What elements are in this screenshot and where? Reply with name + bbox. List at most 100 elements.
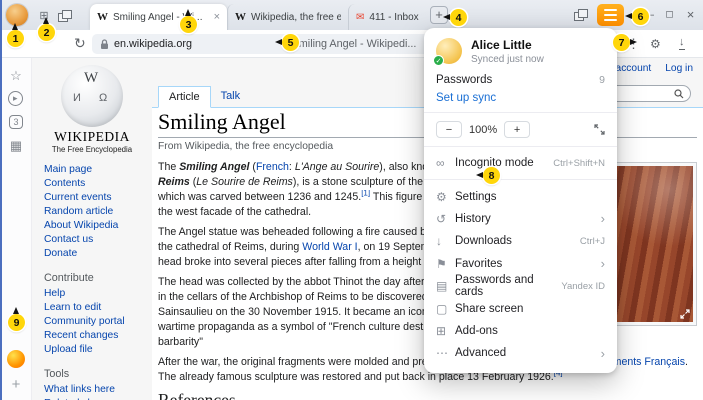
tab-close-icon[interactable]: × bbox=[214, 11, 220, 23]
contribute-heading: Contribute bbox=[44, 272, 152, 284]
wiki-sidebar-link[interactable]: Random article bbox=[44, 205, 152, 219]
wiki-sidebar-link[interactable]: Contact us bbox=[44, 233, 152, 247]
log-in-link[interactable]: Log in bbox=[665, 63, 693, 74]
wiki-sidebar-link[interactable]: About Wikipedia bbox=[44, 219, 152, 233]
profile-avatar-button[interactable] bbox=[6, 4, 28, 26]
wiki-contribute-list: HelpLearn to editCommunity portalRecent … bbox=[32, 287, 152, 357]
menu-item-shortcut: Yandex ID bbox=[561, 281, 605, 292]
video-play-icon[interactable]: ▸ bbox=[8, 91, 23, 106]
wiki-link[interactable]: French bbox=[256, 161, 289, 173]
logo-glyph: И bbox=[73, 92, 81, 104]
menu-item-share-screen[interactable]: ▢Share screen bbox=[424, 297, 617, 319]
wiki-sidebar-link[interactable]: Main page bbox=[44, 163, 152, 177]
browser-window: ⊞ W Smiling Angel - Wi... × W Wikipedia,… bbox=[0, 0, 703, 400]
share-screen-icon: ▢ bbox=[436, 302, 455, 316]
article-image-thumb[interactable] bbox=[609, 162, 697, 326]
download-icon[interactable]: ↓ bbox=[679, 36, 685, 50]
menu-item-label: Add-ons bbox=[455, 325, 605, 337]
set-up-sync-label: Set up sync bbox=[436, 92, 496, 104]
menu-item-label: Downloads bbox=[455, 235, 580, 247]
menu-item-settings[interactable]: ⚙Settings bbox=[424, 185, 617, 207]
notifications-badge[interactable]: 3 bbox=[9, 115, 23, 129]
overlapping-windows-icon bbox=[58, 10, 71, 21]
wikipedia-favicon: W bbox=[97, 11, 108, 23]
menu-item-add-ons[interactable]: ⊞Add-ons bbox=[424, 320, 617, 342]
passwords-row[interactable]: Passwords 9 bbox=[424, 71, 617, 89]
menu-item-favorites[interactable]: ⚑Favorites› bbox=[424, 253, 617, 275]
wiki-sidebar-link[interactable]: Community portal bbox=[44, 315, 152, 329]
settings-gear-icon: ⚙ bbox=[436, 190, 455, 204]
wiki-sidebar-link[interactable]: Contents bbox=[44, 177, 152, 191]
sync-account-row[interactable]: ✓ Alice Little Synced just now bbox=[424, 34, 617, 71]
history-icon: ↺ bbox=[436, 212, 455, 226]
zoom-out-button[interactable]: − bbox=[436, 121, 462, 138]
set-up-sync-link[interactable]: Set up sync bbox=[424, 89, 617, 107]
tab-talk[interactable]: Talk bbox=[211, 86, 251, 108]
wiki-sidebar-link[interactable]: Donate bbox=[44, 247, 152, 261]
wikipedia-globe-logo[interactable]: W И Ω bbox=[61, 65, 123, 127]
favorites-icon: ⚑ bbox=[436, 257, 455, 271]
extensions-gear-icon[interactable]: ⚙ bbox=[650, 37, 661, 51]
wiki-sidebar-link[interactable]: Upload file bbox=[44, 343, 152, 357]
references-heading: References bbox=[158, 390, 697, 400]
tab-wikipedia-main[interactable]: W Wikipedia, the free encyclo... bbox=[227, 4, 348, 30]
hamburger-menu-button[interactable] bbox=[597, 4, 624, 26]
browser-sidebar: ☆ ▸ 3 ▦ + bbox=[0, 58, 32, 400]
minimize-button[interactable]: — bbox=[638, 0, 659, 30]
zoom-in-button[interactable]: + bbox=[504, 121, 530, 138]
tab-smiling-angel[interactable]: W Smiling Angel - Wi... × bbox=[90, 4, 227, 30]
image-expand-icon[interactable] bbox=[680, 309, 690, 319]
user-avatar: ✓ bbox=[436, 38, 462, 64]
wikipedia-favicon: W bbox=[235, 11, 246, 23]
new-tab-button[interactable]: + bbox=[430, 6, 448, 24]
tab-panels-icon[interactable] bbox=[574, 9, 587, 20]
menu-divider bbox=[424, 146, 617, 147]
menu-item-advanced[interactable]: ⋯Advanced› bbox=[424, 342, 617, 364]
menu-item-downloads[interactable]: ↓DownloadsCtrl+J bbox=[424, 230, 617, 252]
tab-yandex-mail[interactable]: ✉ 411 - Inbox — Yandex Mail bbox=[348, 4, 428, 30]
close-button[interactable]: × bbox=[680, 0, 701, 30]
menu-item-passwords-and-cards[interactable]: ▤Passwords and cardsYandex ID bbox=[424, 275, 617, 297]
wiki-sidebar-link[interactable]: Current events bbox=[44, 191, 152, 205]
search-icon bbox=[674, 89, 684, 99]
fullscreen-icon[interactable] bbox=[594, 124, 605, 135]
maximize-button[interactable]: ◻ bbox=[659, 0, 680, 30]
menu-item-history[interactable]: ↺History› bbox=[424, 208, 617, 230]
wikipedia-tagline: The Free Encyclopedia bbox=[32, 145, 152, 154]
reference-link[interactable]: [1] bbox=[361, 190, 370, 197]
logo-glyph: Ω bbox=[99, 92, 107, 104]
wiki-sidebar-link[interactable]: Help bbox=[44, 287, 152, 301]
collections-grid-icon[interactable]: ▦ bbox=[0, 138, 32, 154]
browser-menu-panel: ✓ Alice Little Synced just now Passwords… bbox=[424, 28, 617, 373]
more-actions-icon[interactable]: ⋮ bbox=[627, 36, 640, 52]
sidebar-add-icon[interactable]: + bbox=[0, 376, 32, 393]
reload-icon[interactable]: ↻ bbox=[74, 35, 86, 52]
wikipedia-wordmark[interactable]: WIKIPEDIA bbox=[32, 129, 152, 145]
search-box[interactable] bbox=[605, 85, 691, 102]
downloads-icon: ↓ bbox=[436, 234, 455, 248]
tableau-grid-icon: ⊞ bbox=[39, 9, 48, 22]
wiki-sidebar-link[interactable]: What links here bbox=[44, 383, 152, 397]
menu-items: ∞Incognito modeCtrl+Shift+N ⚙Settings↺His… bbox=[424, 152, 617, 365]
bookmarks-star-icon[interactable]: ☆ bbox=[0, 68, 32, 84]
menu-item-incognito-mode[interactable]: ∞Incognito modeCtrl+Shift+N bbox=[424, 152, 617, 174]
passwords-label: Passwords bbox=[436, 74, 492, 86]
wiki-link[interactable]: World War I bbox=[302, 241, 357, 253]
passwords-cards-icon: ▤ bbox=[436, 279, 455, 293]
tableau-button[interactable]: ⊞ bbox=[36, 7, 52, 23]
yandex-alice-icon[interactable] bbox=[7, 350, 25, 368]
menu-divider bbox=[424, 179, 617, 180]
tab-article[interactable]: Article bbox=[158, 86, 211, 108]
advanced-icon: ⋯ bbox=[436, 346, 455, 360]
chevron-right-icon: › bbox=[601, 212, 605, 225]
split-view-button[interactable] bbox=[56, 7, 72, 23]
sync-ok-check-icon: ✓ bbox=[433, 55, 444, 66]
wiki-sidebar-link[interactable]: Learn to edit bbox=[44, 301, 152, 315]
logo-glyph: W bbox=[84, 70, 98, 87]
smiling-angel-photo bbox=[613, 166, 693, 322]
titlebar: ⊞ W Smiling Angel - Wi... × W Wikipedia,… bbox=[0, 0, 703, 30]
mail-envelope-icon: ✉ bbox=[356, 12, 364, 23]
wiki-sidebar-link[interactable]: Recent changes bbox=[44, 329, 152, 343]
menu-item-label: Favorites bbox=[455, 258, 597, 270]
tab-label: Smiling Angel - Wi... bbox=[113, 12, 207, 23]
